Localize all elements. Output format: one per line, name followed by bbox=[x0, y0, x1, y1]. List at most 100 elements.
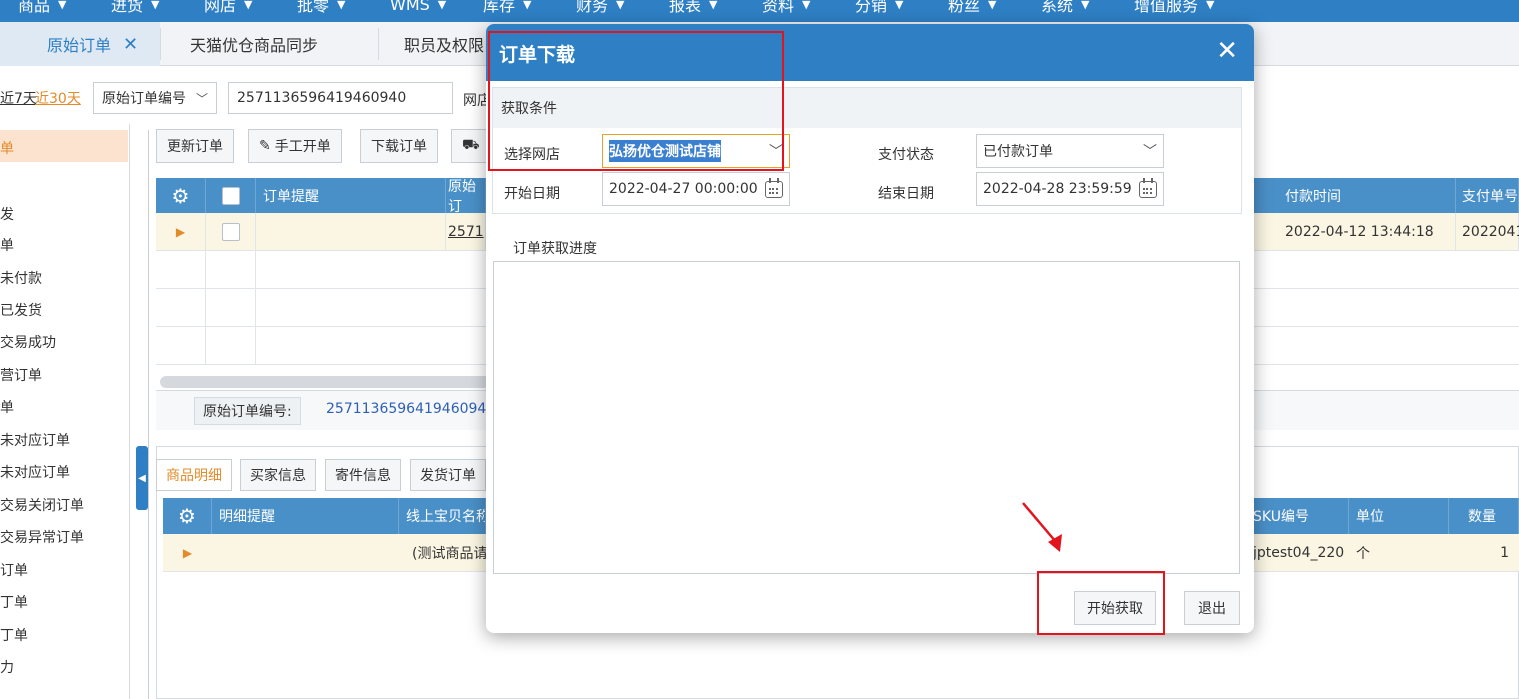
sidebar-item[interactable]: 交易关闭订单 bbox=[0, 495, 84, 515]
start-date-input[interactable]: 2022-04-27 00:00:00 bbox=[602, 172, 790, 206]
menu-report[interactable]: 报表 ▼ bbox=[669, 0, 762, 16]
tab-product-detail[interactable]: 商品明细 bbox=[156, 459, 232, 491]
chevron-left-icon: ◀ bbox=[138, 472, 146, 484]
chevron-down-icon: ▼ bbox=[437, 0, 447, 11]
menu-data[interactable]: 资料 ▼ bbox=[762, 0, 855, 16]
chevron-down-icon: ▼ bbox=[58, 0, 67, 11]
sidebar-item[interactable]: 已发货 bbox=[0, 300, 42, 320]
row-checkbox[interactable] bbox=[206, 213, 256, 251]
search-field-select[interactable]: 原始订单编号 ﹀ bbox=[93, 82, 217, 114]
sidebar-highlight bbox=[0, 130, 128, 162]
chevron-down-icon: ▼ bbox=[895, 0, 904, 11]
sidebar-item[interactable]: 单 bbox=[0, 235, 14, 255]
collapse-handle[interactable]: ◀ bbox=[136, 446, 148, 510]
menu-distribution[interactable]: 分销 ▼ bbox=[855, 0, 948, 16]
manual-order-button[interactable]: ✎ 手工开单 bbox=[248, 129, 342, 163]
sidebar-item[interactable]: 丁单 bbox=[0, 625, 28, 645]
tab-original-orders[interactable]: 原始订单 ✕ bbox=[0, 22, 160, 66]
chevron-down-icon: ▼ bbox=[802, 0, 811, 11]
tab-shipping-order[interactable]: 发货订单 bbox=[410, 459, 486, 491]
chevron-down-icon: ▼ bbox=[709, 0, 718, 11]
sidebar-item[interactable]: 交易成功 bbox=[0, 332, 56, 352]
footer-label: 原始订单编号: bbox=[194, 397, 301, 425]
annotation-box-button bbox=[1037, 571, 1165, 635]
truck-icon: ⛟ bbox=[462, 137, 480, 153]
sidebar-item[interactable]: 单 bbox=[0, 138, 14, 158]
menu-system[interactable]: 系统 ▼ bbox=[1041, 0, 1134, 16]
menu-shop[interactable]: 网店 ▼ bbox=[204, 0, 297, 16]
tab-buyer-info[interactable]: 买家信息 bbox=[240, 459, 316, 491]
select-all-checkbox[interactable] bbox=[206, 178, 256, 213]
recent-30-days-link[interactable]: 近30天 bbox=[35, 88, 81, 108]
row-pay-no: 2022041 bbox=[1456, 213, 1519, 251]
search-input[interactable]: 2571136596419460940 bbox=[228, 82, 453, 114]
sidebar-item[interactable]: 丁单 bbox=[0, 592, 28, 612]
calendar-icon[interactable] bbox=[1139, 177, 1157, 198]
detail-unit: 个 bbox=[1356, 546, 1370, 562]
sidebar: 单 发 单 未付款 已发货 交易成功 营订单 单 未对应订单 未对应订单 交易关… bbox=[0, 124, 130, 699]
menu-fans[interactable]: 粉丝 ▼ bbox=[948, 0, 1041, 16]
pay-status-select[interactable]: 已付款订单 ﹀ bbox=[976, 134, 1164, 168]
col-product-name: 线上宝贝名称 bbox=[399, 498, 486, 534]
sidebar-item[interactable]: 单 bbox=[0, 397, 14, 417]
annotation-arrow-icon bbox=[1022, 502, 1062, 552]
chevron-down-icon: ▼ bbox=[337, 0, 346, 11]
download-orders-button[interactable]: 下载订单 bbox=[360, 129, 438, 163]
chevron-down-icon: ▼ bbox=[523, 0, 532, 11]
menu-wholesale[interactable]: 批零 ▼ bbox=[297, 0, 390, 16]
more-toolbar-button[interactable]: ⛟ bbox=[451, 129, 491, 163]
col-detail-reminder: 明细提醒 bbox=[212, 498, 399, 534]
col-pay-time: 付款时间 bbox=[1278, 178, 1456, 213]
pen-icon: ✎ bbox=[259, 138, 271, 154]
pay-status-label: 支付状态 bbox=[878, 147, 934, 163]
col-unit: 单位 bbox=[1349, 498, 1449, 534]
sidebar-item[interactable]: 力 bbox=[0, 657, 14, 677]
menu-finance[interactable]: 财务 ▼ bbox=[576, 0, 669, 16]
progress-textarea[interactable] bbox=[493, 261, 1240, 574]
sidebar-item[interactable]: 未付款 bbox=[0, 268, 42, 288]
settings-gear-icon[interactable]: ⚙ bbox=[156, 178, 206, 213]
sidebar-item[interactable]: 交易异常订单 bbox=[0, 527, 84, 547]
end-date-input[interactable]: 2022-04-28 23:59:59 bbox=[976, 172, 1164, 206]
sidebar-item[interactable]: 未对应订单 bbox=[0, 462, 70, 482]
start-date-label: 开始日期 bbox=[504, 186, 560, 202]
tab-staff-permission[interactable]: 职员及权限 bbox=[404, 22, 484, 66]
row-arrow-icon: ▶ bbox=[156, 213, 206, 251]
chevron-down-icon: ﹀ bbox=[1143, 144, 1157, 160]
menu-stock[interactable]: 库存 ▼ bbox=[483, 0, 576, 16]
menu-purchase[interactable]: 进货 ▼ bbox=[111, 0, 204, 16]
close-icon[interactable]: ✕ bbox=[123, 34, 138, 55]
panel-divider bbox=[148, 130, 149, 699]
col-sku: SKU编号 bbox=[1251, 498, 1349, 534]
menu-goods[interactable]: 商品 ▼ bbox=[18, 0, 111, 16]
tab-tmall-sync[interactable]: 天猫优仓商品同步 bbox=[190, 22, 318, 66]
chevron-down-icon: ▼ bbox=[1206, 0, 1215, 11]
close-icon[interactable]: ✕ bbox=[1216, 36, 1238, 66]
settings-gear-icon[interactable]: ⚙ bbox=[163, 498, 212, 534]
detail-product-name: (测试商品请 bbox=[412, 546, 487, 562]
detail-qty: 1 bbox=[1500, 545, 1509, 561]
row-reminder bbox=[256, 213, 446, 251]
end-date-label: 结束日期 bbox=[878, 186, 934, 202]
sidebar-item[interactable]: 未对应订单 bbox=[0, 430, 70, 450]
tab-divider bbox=[160, 28, 161, 60]
tab-divider bbox=[378, 28, 379, 60]
col-original-order: 原始订 bbox=[446, 178, 486, 215]
menu-wms[interactable]: WMS ▼ bbox=[390, 0, 483, 16]
recent-7-days-link[interactable]: 近7天 bbox=[0, 88, 37, 108]
footer-value: 2571136596419460940 bbox=[326, 401, 496, 417]
sidebar-item[interactable]: 发 bbox=[0, 204, 14, 224]
sidebar-item[interactable]: 订单 bbox=[0, 560, 28, 580]
progress-label: 订单获取进度 bbox=[513, 241, 597, 257]
chevron-down-icon: ▼ bbox=[244, 0, 253, 11]
col-pay-no: 支付单号 bbox=[1456, 178, 1519, 213]
refresh-orders-button[interactable]: 更新订单 bbox=[156, 129, 234, 163]
row-order-no[interactable]: 2571 bbox=[446, 213, 486, 251]
menu-value-added[interactable]: 增值服务 ▼ bbox=[1134, 0, 1227, 16]
chevron-down-icon: ▼ bbox=[988, 0, 997, 11]
horizontal-scrollbar[interactable] bbox=[160, 376, 490, 388]
sidebar-item[interactable]: 营订单 bbox=[0, 365, 42, 385]
exit-button[interactable]: 退出 bbox=[1184, 591, 1240, 625]
tab-sender-info[interactable]: 寄件信息 bbox=[325, 459, 401, 491]
calendar-icon[interactable] bbox=[765, 177, 783, 198]
